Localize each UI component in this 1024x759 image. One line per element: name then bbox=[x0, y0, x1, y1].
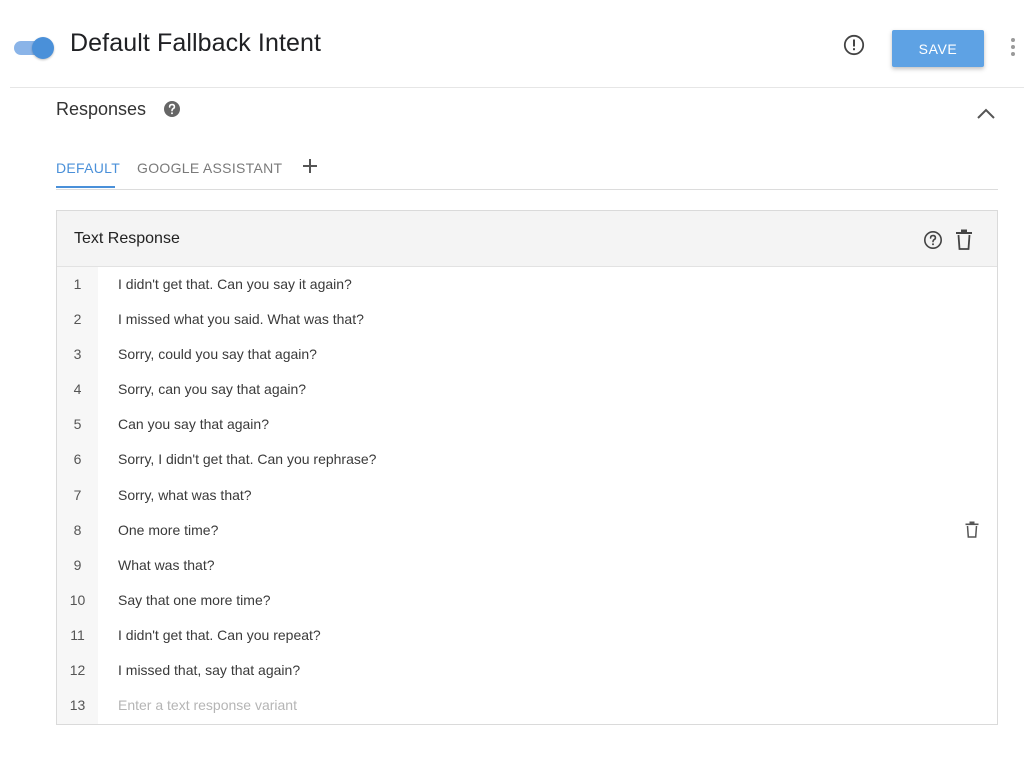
response-rows: 1 I didn't get that. Can you say it agai… bbox=[57, 267, 997, 723]
row-number: 11 bbox=[70, 626, 85, 643]
help-circle-outline-icon[interactable] bbox=[923, 230, 943, 250]
intent-header: Default Fallback Intent SAVE bbox=[0, 0, 1024, 88]
intent-enabled-toggle[interactable] bbox=[14, 36, 54, 60]
response-text[interactable]: What was that? bbox=[118, 557, 215, 573]
row-number: 2 bbox=[73, 311, 82, 328]
add-tab-plus-icon[interactable] bbox=[300, 156, 320, 176]
card-header: Text Response bbox=[57, 211, 997, 267]
row-trash-icon[interactable] bbox=[965, 521, 979, 538]
row-number: 1 bbox=[73, 276, 82, 292]
row-number: 10 bbox=[69, 591, 86, 608]
response-tabs: DEFAULT GOOGLE ASSISTANT bbox=[56, 150, 998, 190]
row-number: 7 bbox=[73, 486, 82, 503]
response-text[interactable]: Sorry, could you say that again? bbox=[118, 346, 317, 362]
response-row: 7 Sorry, what was that? bbox=[57, 478, 997, 513]
row-number: 12 bbox=[69, 662, 86, 679]
save-button[interactable]: SAVE bbox=[892, 30, 984, 67]
response-text[interactable]: Sorry, can you say that again? bbox=[118, 381, 306, 397]
help-circle-filled-icon[interactable] bbox=[163, 100, 181, 118]
text-response-card: Text Response 1 I didn't get that. Can y… bbox=[56, 210, 998, 725]
chevron-up-icon[interactable] bbox=[975, 104, 997, 124]
response-row: 12 I missed that, say that again? bbox=[57, 653, 997, 688]
response-text[interactable]: I didn't get that. Can you say it again? bbox=[118, 276, 352, 292]
trash-icon[interactable] bbox=[955, 229, 973, 250]
response-text[interactable]: Sorry, I didn't get that. Can you rephra… bbox=[118, 451, 376, 467]
response-row: 2 I missed what you said. What was that? bbox=[57, 302, 997, 337]
response-text[interactable]: Can you say that again? bbox=[118, 416, 269, 432]
response-text[interactable]: I missed that, say that again? bbox=[118, 662, 300, 678]
tab-default[interactable]: DEFAULT bbox=[56, 150, 120, 189]
active-tab-indicator bbox=[56, 186, 115, 188]
response-text[interactable]: I missed what you said. What was that? bbox=[118, 311, 364, 327]
toggle-knob bbox=[32, 37, 54, 59]
new-response-input[interactable] bbox=[116, 692, 816, 719]
section-title: Responses bbox=[56, 99, 147, 119]
card-title: Text Response bbox=[74, 230, 180, 247]
new-response-row: 13 bbox=[57, 688, 997, 723]
response-row: 11 I didn't get that. Can you repeat? bbox=[57, 618, 997, 653]
row-number: 4 bbox=[73, 381, 82, 398]
row-number: 9 bbox=[73, 556, 82, 573]
row-number: 13 bbox=[69, 697, 86, 714]
more-vertical-icon[interactable] bbox=[1006, 36, 1020, 58]
response-row: 3 Sorry, could you say that again? bbox=[57, 337, 997, 372]
header-divider bbox=[10, 87, 1024, 88]
response-text[interactable]: I didn't get that. Can you repeat? bbox=[118, 627, 321, 643]
response-row: 5 Can you say that again? bbox=[57, 407, 997, 442]
response-row: 10 Say that one more time? bbox=[57, 583, 997, 618]
response-row: 8 One more time? bbox=[57, 513, 997, 548]
response-row: 1 I didn't get that. Can you say it agai… bbox=[57, 267, 997, 302]
row-number: 5 bbox=[73, 416, 82, 433]
response-text[interactable]: Say that one more time? bbox=[118, 592, 271, 608]
intent-title: Default Fallback Intent bbox=[70, 29, 322, 57]
row-number: 3 bbox=[73, 346, 82, 363]
row-number: 8 bbox=[73, 521, 82, 538]
response-text[interactable]: Sorry, what was that? bbox=[118, 487, 252, 503]
alert-circle-icon[interactable] bbox=[843, 34, 865, 56]
row-number: 6 bbox=[73, 451, 82, 468]
response-row: 9 What was that? bbox=[57, 548, 997, 583]
response-row: 4 Sorry, can you say that again? bbox=[57, 372, 997, 407]
tab-google-assistant[interactable]: GOOGLE ASSISTANT bbox=[137, 150, 282, 189]
response-row: 6 Sorry, I didn't get that. Can you reph… bbox=[57, 442, 997, 477]
response-text[interactable]: One more time? bbox=[118, 522, 218, 538]
